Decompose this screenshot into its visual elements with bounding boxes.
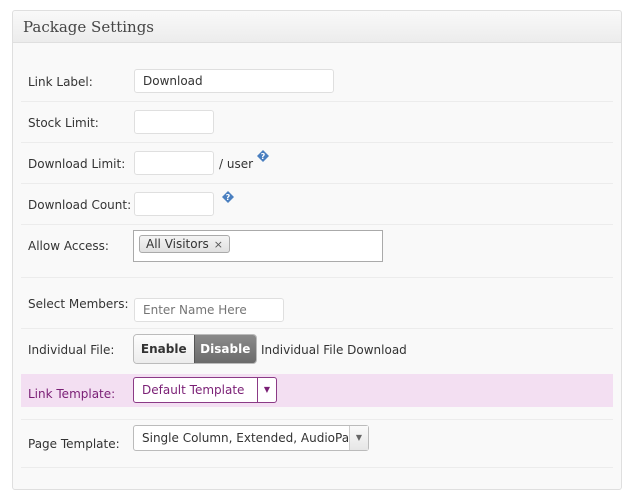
disable-option[interactable]: Disable: [193, 335, 256, 363]
page-template-select[interactable]: Single Column, Extended, AudioPa... ▼: [133, 425, 369, 451]
divider: [21, 224, 613, 225]
page-template-label: Page Template:: [28, 437, 120, 451]
divider: [21, 467, 613, 468]
svg-text:?: ?: [226, 193, 231, 202]
link-template-select[interactable]: Default Template ▼: [133, 377, 277, 403]
link-template-label: Link Template:: [28, 387, 116, 401]
select-members-label: Select Members:: [28, 297, 129, 311]
divider: [21, 142, 613, 143]
download-count-input[interactable]: [134, 192, 214, 216]
chevron-down-icon: ▼: [349, 426, 368, 450]
panel-title: Package Settings: [23, 18, 155, 36]
chevron-down-icon: ▼: [257, 378, 276, 402]
stock-limit-label: Stock Limit:: [28, 116, 99, 130]
download-limit-input[interactable]: [134, 151, 214, 175]
divider: [21, 183, 613, 184]
svg-text:?: ?: [261, 152, 266, 161]
select-members-input[interactable]: [134, 298, 284, 322]
help-question-icon[interactable]: ?: [257, 150, 269, 162]
individual-file-label: Individual File:: [28, 343, 115, 357]
page-template-value: Single Column, Extended, AudioPa...: [142, 431, 349, 445]
individual-file-toggle[interactable]: Enable Disable: [133, 334, 257, 364]
stock-limit-input[interactable]: [134, 110, 214, 134]
close-icon[interactable]: ×: [214, 238, 223, 251]
download-count-label: Download Count:: [28, 198, 132, 212]
link-label-label: Link Label:: [28, 75, 93, 89]
enable-option[interactable]: Enable: [134, 335, 194, 363]
allow-access-label: Allow Access:: [28, 239, 109, 253]
divider: [21, 101, 613, 102]
package-settings-panel: Package Settings Link Label: Stock Limit…: [12, 10, 622, 490]
divider: [21, 419, 613, 420]
download-limit-label: Download Limit:: [28, 157, 126, 171]
access-tag: All Visitors ×: [139, 235, 231, 253]
panel-header: Package Settings: [13, 11, 621, 43]
divider: [21, 328, 613, 329]
link-label-input[interactable]: [134, 69, 334, 93]
access-tag-label: All Visitors: [146, 237, 209, 251]
individual-file-description: Individual File Download: [261, 343, 407, 357]
per-user-suffix: / user: [219, 157, 254, 171]
link-template-value: Default Template: [142, 383, 245, 397]
allow-access-multiselect[interactable]: All Visitors ×: [133, 230, 383, 262]
divider: [21, 277, 613, 278]
help-question-icon[interactable]: ?: [222, 191, 234, 203]
